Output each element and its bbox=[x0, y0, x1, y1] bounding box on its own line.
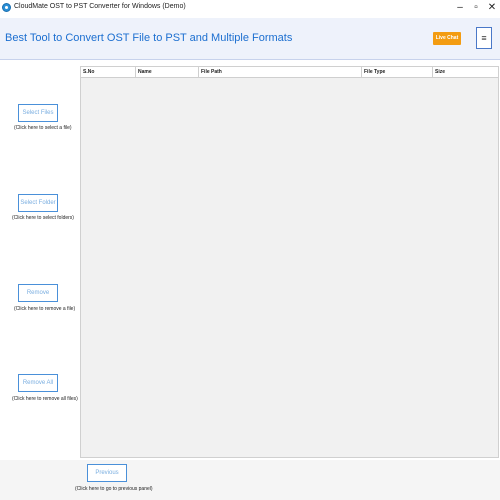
menu-button[interactable]: ≡ bbox=[476, 27, 492, 49]
column-header-name[interactable]: Name bbox=[136, 67, 199, 78]
select-files-caption: (Click here to select a file) bbox=[14, 125, 72, 131]
file-table[interactable]: S.No Name File Path File Type Size bbox=[80, 66, 499, 458]
column-header-sno[interactable]: S.No bbox=[81, 67, 136, 78]
select-files-button[interactable]: Select Files bbox=[18, 104, 58, 122]
window-title: CloudMate OST to PST Converter for Windo… bbox=[14, 3, 186, 10]
column-header-size[interactable]: Size bbox=[433, 67, 500, 78]
column-header-file-path[interactable]: File Path bbox=[199, 67, 362, 78]
previous-button[interactable]: Previous bbox=[87, 464, 127, 482]
remove-all-caption: (Click here to remove all files) bbox=[12, 396, 78, 402]
remove-caption: (Click here to remove a file) bbox=[14, 306, 76, 312]
live-chat-button[interactable]: Live Chat bbox=[433, 32, 461, 45]
previous-caption: (Click here to go to previous panel) bbox=[75, 486, 153, 492]
header-banner: Best Tool to Convert OST File to PST and… bbox=[0, 18, 500, 60]
page-headline: Best Tool to Convert OST File to PST and… bbox=[5, 32, 293, 44]
table-header: S.No Name File Path File Type Size bbox=[81, 67, 498, 78]
title-bar: CloudMate OST to PST Converter for Windo… bbox=[0, 0, 500, 16]
column-header-file-type[interactable]: File Type bbox=[362, 67, 433, 78]
app-logo-icon bbox=[2, 3, 11, 12]
remove-all-button[interactable]: Remove All bbox=[18, 374, 58, 392]
remove-button[interactable]: Remove bbox=[18, 284, 58, 302]
footer-bar: Previous (Click here to go to previous p… bbox=[0, 460, 500, 500]
select-folder-caption: (Click here to select folders) bbox=[12, 215, 74, 221]
hamburger-icon: ≡ bbox=[481, 33, 487, 43]
close-button[interactable]: ✕ bbox=[482, 0, 500, 16]
select-folder-button[interactable]: Select Folder bbox=[18, 194, 58, 212]
